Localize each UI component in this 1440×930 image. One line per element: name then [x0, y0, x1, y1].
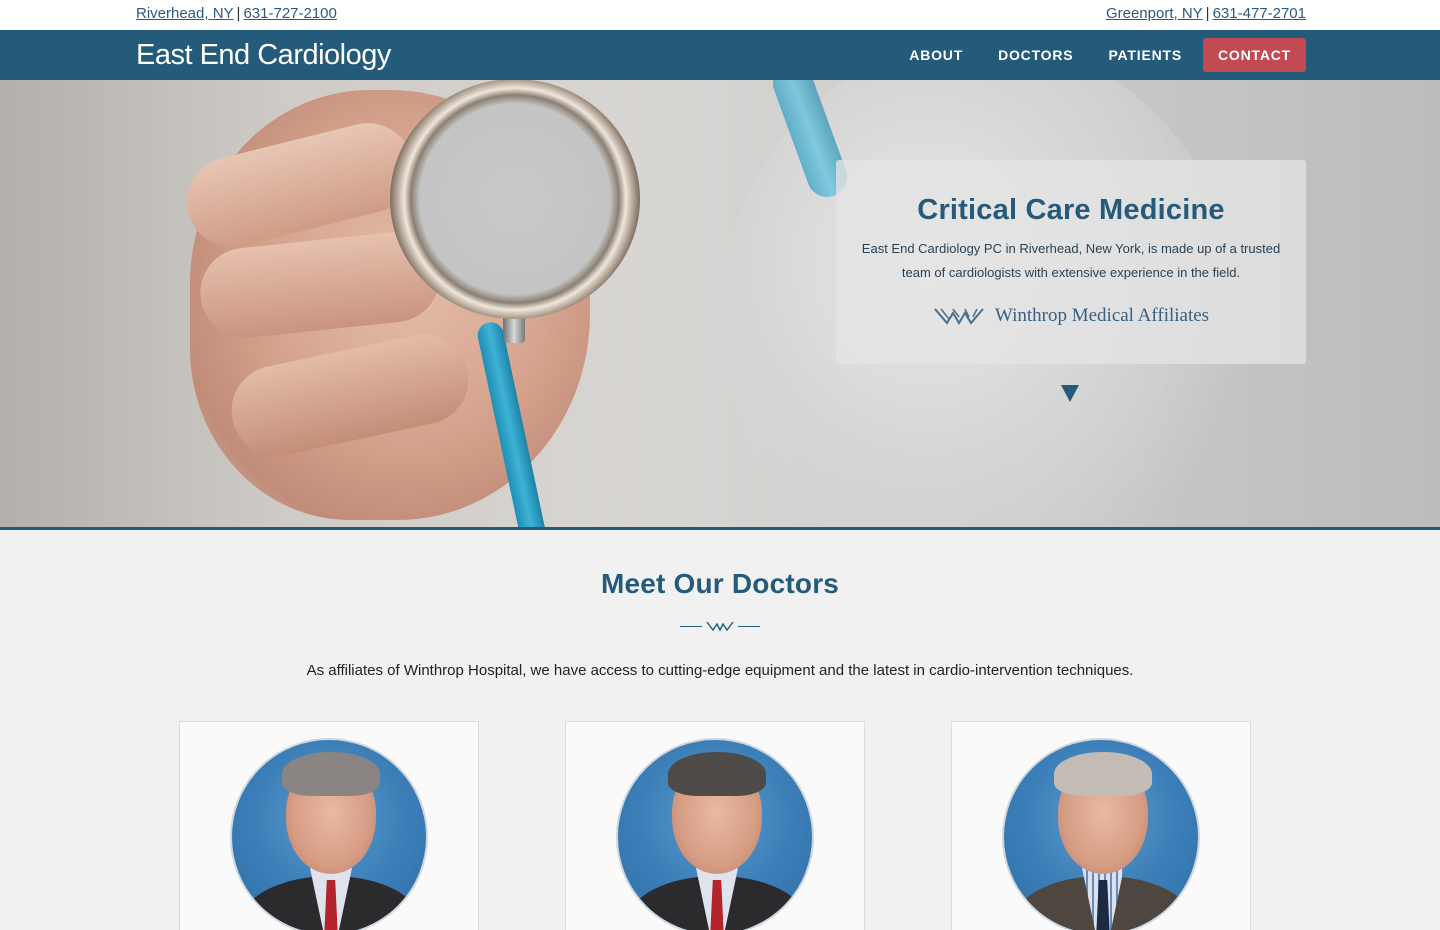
main-navbar: East End Cardiology ABOUT DOCTORS PATIEN…: [0, 30, 1440, 80]
section-divider: [680, 618, 760, 634]
riverhead-phone-link[interactable]: 631-727-2100: [243, 5, 336, 22]
doctor-card[interactable]: [951, 721, 1251, 930]
top-contact-bar: Riverhead, NY | 631-727-2100 Greenport, NY…: [0, 0, 1440, 30]
hero-title: Critical Care Medicine: [917, 194, 1225, 226]
scroll-down-arrow-icon[interactable]: [1061, 385, 1079, 402]
nav-item-patients[interactable]: PATIENTS: [1091, 38, 1199, 72]
affiliate-name: Winthrop Medical Affiliates: [994, 305, 1210, 326]
separator: |: [236, 5, 241, 22]
doctor-hair: [1054, 752, 1152, 796]
contact-button[interactable]: CONTACT: [1203, 38, 1306, 72]
doctor-hair: [282, 752, 380, 796]
nav-item-about[interactable]: ABOUT: [892, 38, 980, 72]
hero-banner: Critical Care Medicine East End Cardiolo…: [0, 80, 1440, 530]
doctor-photo[interactable]: [230, 738, 428, 930]
separator: |: [1205, 5, 1210, 22]
stethoscope-chestpiece: [390, 80, 640, 319]
wings-divider-icon: [706, 621, 734, 632]
riverhead-contact: Riverhead, NY | 631-727-2100: [136, 5, 337, 22]
greenport-contact: Greenport, NY | 631-477-2701: [1106, 5, 1306, 22]
doctor-photo[interactable]: [1002, 738, 1200, 930]
greenport-phone-link[interactable]: 631-477-2701: [1213, 5, 1306, 22]
affiliate-logo[interactable]: Winthrop Medical Affiliates: [836, 305, 1306, 327]
doctor-card[interactable]: [179, 721, 479, 930]
doctor-photo[interactable]: [616, 738, 814, 930]
hero-description: East End Cardiology PC in Riverhead, New…: [861, 241, 1281, 280]
doctor-card[interactable]: [565, 721, 865, 930]
greenport-location-link[interactable]: Greenport, NY: [1106, 5, 1203, 22]
riverhead-location-link[interactable]: Riverhead, NY: [136, 5, 234, 22]
section-description: As affiliates of Winthrop Hospital, we h…: [306, 662, 1134, 679]
section-title: Meet Our Doctors: [600, 568, 840, 599]
doctor-hair: [668, 752, 766, 796]
divider-line: [738, 625, 760, 627]
divider-line: [680, 625, 702, 627]
nav-menu: ABOUT DOCTORS PATIENTS CONTACT: [891, 38, 1306, 72]
winthrop-wings-icon: [934, 308, 984, 325]
hero-info-card: Critical Care Medicine East End Cardiolo…: [836, 160, 1306, 364]
site-logo[interactable]: East End Cardiology: [136, 39, 391, 72]
nav-item-doctors[interactable]: DOCTORS: [981, 38, 1090, 72]
